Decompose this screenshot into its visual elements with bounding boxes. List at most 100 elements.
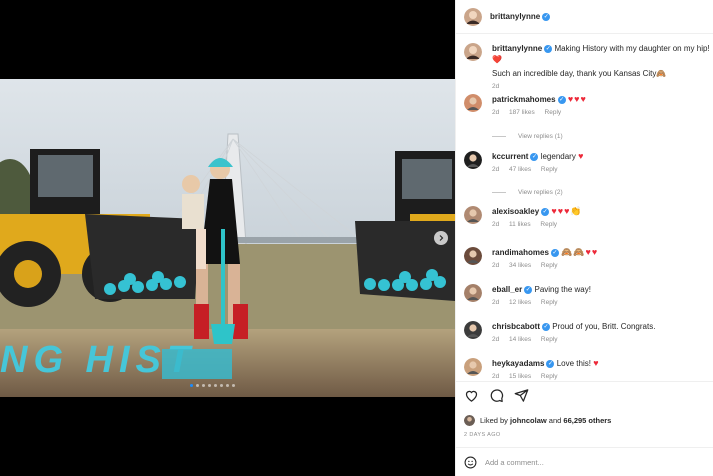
comment-emoji: ♥♥♥👏	[551, 206, 583, 216]
comment-emoji: 🙈🙈♥♥	[561, 247, 599, 257]
carousel-dot	[220, 384, 223, 387]
comment-username[interactable]: alexisoakley	[492, 207, 539, 216]
comment-emoji: ♥♥♥	[567, 94, 587, 104]
commenter-avatar[interactable]	[464, 151, 482, 169]
share-icon[interactable]	[514, 388, 529, 403]
carousel-dot	[226, 384, 229, 387]
comment-likes[interactable]: 15 likes	[509, 373, 531, 380]
commenter-avatar[interactable]	[464, 206, 482, 224]
comment-item: alexisoakley ✓ ♥♥♥👏 2d 11 likes Reply	[464, 206, 712, 228]
comment-username[interactable]: eball_er	[492, 285, 522, 294]
view-replies-label[interactable]: View replies (2)	[518, 189, 563, 196]
comment-text: Love this!	[556, 359, 591, 368]
caption-time: 2d	[492, 83, 500, 90]
carousel-dot	[208, 384, 211, 387]
comment-icon[interactable]	[489, 388, 504, 403]
comment-likes[interactable]: 187 likes	[509, 109, 535, 116]
comment-text: Paving the way!	[534, 285, 591, 294]
heart-icon[interactable]	[464, 388, 479, 403]
comment-likes[interactable]: 12 likes	[509, 299, 531, 306]
comment-item: eball_er ✓ Paving the way! 2d 12 likes Re…	[464, 284, 712, 306]
commenter-avatar[interactable]	[464, 284, 482, 302]
comment-time: 2d	[492, 262, 500, 269]
comment-username[interactable]: randimahomes	[492, 248, 549, 257]
reply-button[interactable]: Reply	[541, 336, 558, 343]
verified-badge-icon: ✓	[530, 152, 539, 161]
reply-button[interactable]: Reply	[545, 109, 562, 116]
commenter-avatar[interactable]	[464, 247, 482, 265]
post-actions: Liked by johncolaw and 66,295 others 2 D…	[456, 381, 713, 441]
verified-badge-icon: ✓	[542, 12, 551, 21]
comment-text: legendary	[540, 152, 576, 161]
next-photo-button[interactable]	[434, 231, 448, 245]
liked-others[interactable]: 66,295 others	[563, 416, 611, 425]
comment-likes[interactable]: 14 likes	[509, 336, 531, 343]
comment-likes[interactable]: 11 likes	[509, 221, 531, 228]
reply-button[interactable]: Reply	[541, 373, 558, 380]
reply-button[interactable]: Reply	[540, 221, 557, 228]
post-header: brittanylynne ✓	[456, 0, 713, 34]
carousel-dot	[196, 384, 199, 387]
liked-prefix: Liked by	[480, 416, 508, 425]
replies-divider	[492, 136, 506, 137]
verified-badge-icon: ✓	[557, 95, 566, 104]
carousel-indicator	[190, 384, 235, 387]
comments-list: brittanylynne ✓ Making History with my da…	[456, 34, 713, 381]
comment-username[interactable]: chrisbcabott	[492, 322, 540, 331]
reply-button[interactable]: Reply	[541, 262, 558, 269]
chevron-right-icon	[439, 235, 444, 241]
author-username[interactable]: brittanylynne	[490, 12, 540, 21]
post-photo[interactable]: NG HIST	[0, 79, 455, 397]
liked-by: Liked by johncolaw and 66,295 others	[464, 415, 611, 426]
verified-badge-icon: ✓	[541, 207, 550, 216]
carousel-dot	[214, 384, 217, 387]
reply-button[interactable]: Reply	[541, 166, 558, 173]
comment-likes[interactable]: 34 likes	[509, 262, 531, 269]
replies-divider	[492, 192, 506, 193]
comment-time: 2d	[492, 221, 500, 228]
view-replies-label[interactable]: View replies (1)	[518, 133, 563, 140]
comment-username[interactable]: kccurrent	[492, 152, 528, 161]
carousel-dot	[190, 384, 193, 387]
verified-badge-icon: ✓	[542, 322, 551, 331]
caption-block: brittanylynne ✓ Making History with my da…	[464, 43, 712, 90]
add-comment-bar[interactable]: Add a comment...	[456, 447, 713, 476]
commenter-avatar[interactable]	[464, 94, 482, 112]
liked-user[interactable]: johncolaw	[510, 416, 547, 425]
commenter-avatar[interactable]	[464, 358, 482, 376]
comment-item: kccurrent ✓ legendary ♥ 2d 47 likes Reply	[464, 151, 712, 173]
comment-text: Proud of you, Britt. Congrats.	[552, 322, 656, 331]
post-date: 2 DAYS AGO	[464, 432, 501, 438]
comment-item: randimahomes ✓ 🙈🙈♥♥ 2d 34 likes Reply	[464, 247, 712, 269]
caption-username[interactable]: brittanylynne	[492, 44, 542, 53]
liker-avatar	[464, 415, 475, 426]
comment-emoji: ♥	[578, 151, 585, 161]
caption-text-line2: Such an incredible day, thank you Kansas…	[492, 69, 667, 78]
view-replies-button[interactable]: View replies (2)	[492, 189, 563, 196]
comment-item: patrickmahomes ✓ ♥♥♥ 2d 187 likes Reply	[464, 94, 712, 116]
comment-time: 2d	[492, 166, 500, 173]
comment-time: 2d	[492, 299, 500, 306]
comment-time: 2d	[492, 109, 500, 116]
comment-time: 2d	[492, 373, 500, 380]
author-avatar[interactable]	[464, 7, 482, 26]
comment-item: heykayadams ✓ Love this! ♥ 2d 15 likes Re…	[464, 358, 712, 380]
comment-emoji: ♥	[593, 358, 600, 368]
comment-username[interactable]: heykayadams	[492, 359, 544, 368]
view-replies-button[interactable]: View replies (1)	[492, 133, 563, 140]
comment-username[interactable]: patrickmahomes	[492, 95, 556, 104]
commenter-avatar[interactable]	[464, 321, 482, 339]
add-comment-input[interactable]: Add a comment...	[485, 458, 544, 467]
reply-button[interactable]: Reply	[541, 299, 558, 306]
comment-likes[interactable]: 47 likes	[509, 166, 531, 173]
verified-badge-icon: ✓	[550, 248, 559, 257]
author-avatar[interactable]	[464, 43, 482, 61]
media-area: NG HIST	[0, 0, 455, 476]
verified-badge-icon: ✓	[546, 359, 555, 368]
emoji-icon[interactable]	[464, 456, 477, 469]
post-side-panel: brittanylynne ✓ brittanylynne ✓ Making Hi…	[455, 0, 713, 476]
instagram-post-view: NG HIST brittanylynne ✓ brittanylynne ✓ …	[0, 0, 713, 476]
comment-time: 2d	[492, 336, 500, 343]
verified-badge-icon: ✓	[544, 44, 553, 53]
photo-illustration: NG HIST	[0, 79, 455, 397]
